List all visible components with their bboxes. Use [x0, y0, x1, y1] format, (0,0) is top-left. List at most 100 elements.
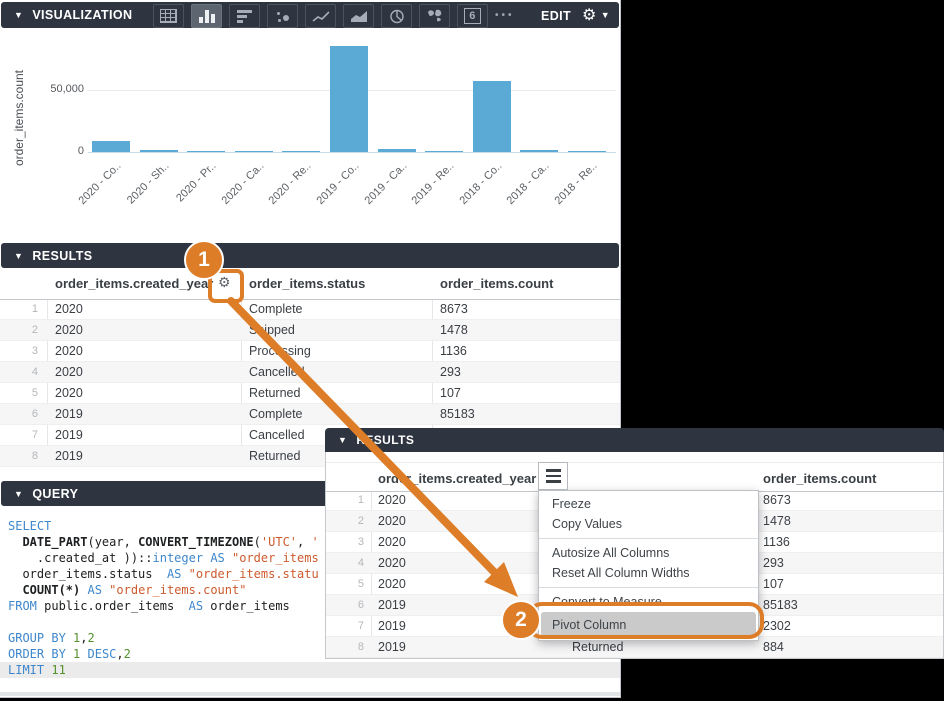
viz-type-column-icon[interactable]: [191, 4, 222, 28]
cell-count: 1478: [763, 514, 791, 528]
cell-num: 7: [326, 620, 364, 632]
more-viz-types-icon[interactable]: •••: [495, 10, 515, 21]
y-tick-0: 0: [4, 145, 84, 157]
cell-num: 2: [326, 515, 364, 527]
column-header-count[interactable]: order_items.count: [763, 471, 876, 486]
cell-year: 2019: [378, 598, 406, 612]
cell-year: 2019: [55, 407, 83, 421]
cell-num: 3: [326, 536, 364, 548]
viz-type-map-icon[interactable]: [419, 4, 450, 28]
cell-status: Returned: [249, 449, 300, 463]
bar-2018 - Re..[interactable]: [568, 151, 606, 152]
cell-num: 6: [326, 599, 364, 611]
cell-year: 2020: [378, 577, 406, 591]
overlay-results-title: RESULTS: [356, 433, 414, 447]
gear-icon: ⚙: [582, 5, 597, 25]
collapse-caret-icon[interactable]: ▼: [14, 251, 23, 261]
viz-type-line-icon[interactable]: [305, 4, 336, 28]
viz-type-area-icon[interactable]: [343, 4, 374, 28]
bar-2019 - Co..[interactable]: [330, 46, 368, 152]
cell-num: 4: [0, 366, 38, 378]
cell-num: 1: [326, 494, 364, 506]
cell-num: 4: [326, 557, 364, 569]
x-axis-line: [88, 152, 616, 153]
cell-num: 3: [0, 345, 38, 357]
collapse-caret-icon[interactable]: ▼: [14, 489, 23, 499]
bar-chart: order_items.count 50,000 0 2020 - Co..20…: [0, 28, 620, 240]
cell-count: 107: [440, 386, 461, 400]
cell-status: Complete: [249, 407, 303, 421]
viz-settings-button[interactable]: ⚙ ▼: [582, 5, 610, 25]
cell-year: 2020: [378, 514, 406, 528]
bar-2018 - Co..[interactable]: [473, 81, 511, 152]
overlay-table-header-row: order_items.created_year order_items.cou…: [326, 462, 943, 492]
column-menu-button[interactable]: [538, 462, 568, 490]
cell-status: Cancelled: [249, 428, 305, 442]
cell-status: Returned: [572, 640, 623, 654]
cell-num: 5: [0, 387, 38, 399]
annotation-step-2-badge: 2: [501, 600, 541, 640]
cell-count: 884: [763, 640, 784, 654]
collapse-caret-icon[interactable]: ▼: [338, 435, 347, 445]
viz-type-scatter-icon[interactable]: [267, 4, 298, 28]
annotation-pivot-highlight: [527, 602, 764, 639]
bar-2020 - Sh..[interactable]: [140, 150, 178, 152]
bar-2019 - Re..[interactable]: [425, 151, 463, 152]
bar-2020 - Co..[interactable]: [92, 141, 130, 152]
column-header-count[interactable]: order_items.count: [440, 276, 553, 291]
visualization-title: VISUALIZATION: [32, 8, 132, 22]
column-header-created-year[interactable]: order_items.created_year: [378, 471, 536, 486]
cell-count: 293: [763, 556, 784, 570]
cell-year: 2019: [55, 428, 83, 442]
table-row[interactable]: 32020Processing1136: [0, 341, 620, 362]
viz-type-pie-icon[interactable]: [381, 4, 412, 28]
cell-count: 1478: [440, 323, 468, 337]
y-tick-50000: 50,000: [4, 83, 84, 95]
bar-2019 - Ca..[interactable]: [378, 149, 416, 152]
cell-num: 6: [0, 408, 38, 420]
cell-count: 293: [440, 365, 461, 379]
table-row[interactable]: 22020Shipped1478: [0, 320, 620, 341]
cell-year: 2020: [55, 302, 83, 316]
table-row[interactable]: 12020Complete8673: [0, 299, 620, 320]
table-row[interactable]: 52020Returned107: [0, 383, 620, 404]
table-row[interactable]: 42020Cancelled293: [0, 362, 620, 383]
menu-item-autosize-all-columns[interactable]: Autosize All Columns: [539, 543, 758, 563]
bar-2020 - Pr..[interactable]: [187, 151, 225, 152]
cell-status: Processing: [249, 344, 311, 358]
cell-status: Complete: [249, 302, 303, 316]
menu-item-reset-all-column-widths[interactable]: Reset All Column Widths: [539, 563, 758, 583]
menu-divider: [539, 587, 758, 588]
table-header-row: order_items.created_year ⚙ order_items.s…: [0, 268, 620, 300]
cell-num: 7: [0, 429, 38, 441]
viz-type-table-icon[interactable]: [153, 4, 184, 28]
cell-count: 107: [763, 577, 784, 591]
menu-item-copy-values[interactable]: Copy Values: [539, 514, 758, 534]
menu-item-freeze[interactable]: Freeze: [539, 494, 758, 514]
cell-num: 5: [326, 578, 364, 590]
overlay-results-header: ▼ RESULTS: [325, 428, 944, 452]
bar-2020 - Re..[interactable]: [282, 151, 320, 152]
cell-year: 2020: [378, 493, 406, 507]
cell-year: 2020: [378, 535, 406, 549]
column-header-status[interactable]: order_items.status: [249, 276, 365, 291]
cell-year: 2020: [378, 556, 406, 570]
bar-2020 - Ca..[interactable]: [235, 151, 273, 152]
cell-count: 1136: [440, 344, 467, 358]
cell-count: 2302: [763, 619, 791, 633]
bar-2018 - Ca..[interactable]: [520, 150, 558, 152]
collapse-caret-icon[interactable]: ▼: [14, 10, 23, 20]
viz-type-single-value-icon[interactable]: 6: [457, 4, 488, 28]
annotation-step-1-badge: 1: [184, 240, 224, 280]
viz-type-bar-icon[interactable]: [229, 4, 260, 28]
edit-button[interactable]: EDIT: [541, 9, 571, 23]
cell-count: 85183: [763, 598, 798, 612]
results-panel-header: ▼ RESULTS: [1, 243, 619, 268]
window-bottom-edge: [0, 692, 620, 696]
table-row[interactable]: 6 2019 Complete 85183: [0, 404, 620, 425]
cell-count: 85183: [440, 407, 475, 421]
cell-count: 1136: [763, 535, 790, 549]
cell-year: 2019: [378, 619, 406, 633]
column-header-created-year[interactable]: order_items.created_year: [55, 276, 213, 291]
cell-num: 2: [0, 324, 38, 336]
